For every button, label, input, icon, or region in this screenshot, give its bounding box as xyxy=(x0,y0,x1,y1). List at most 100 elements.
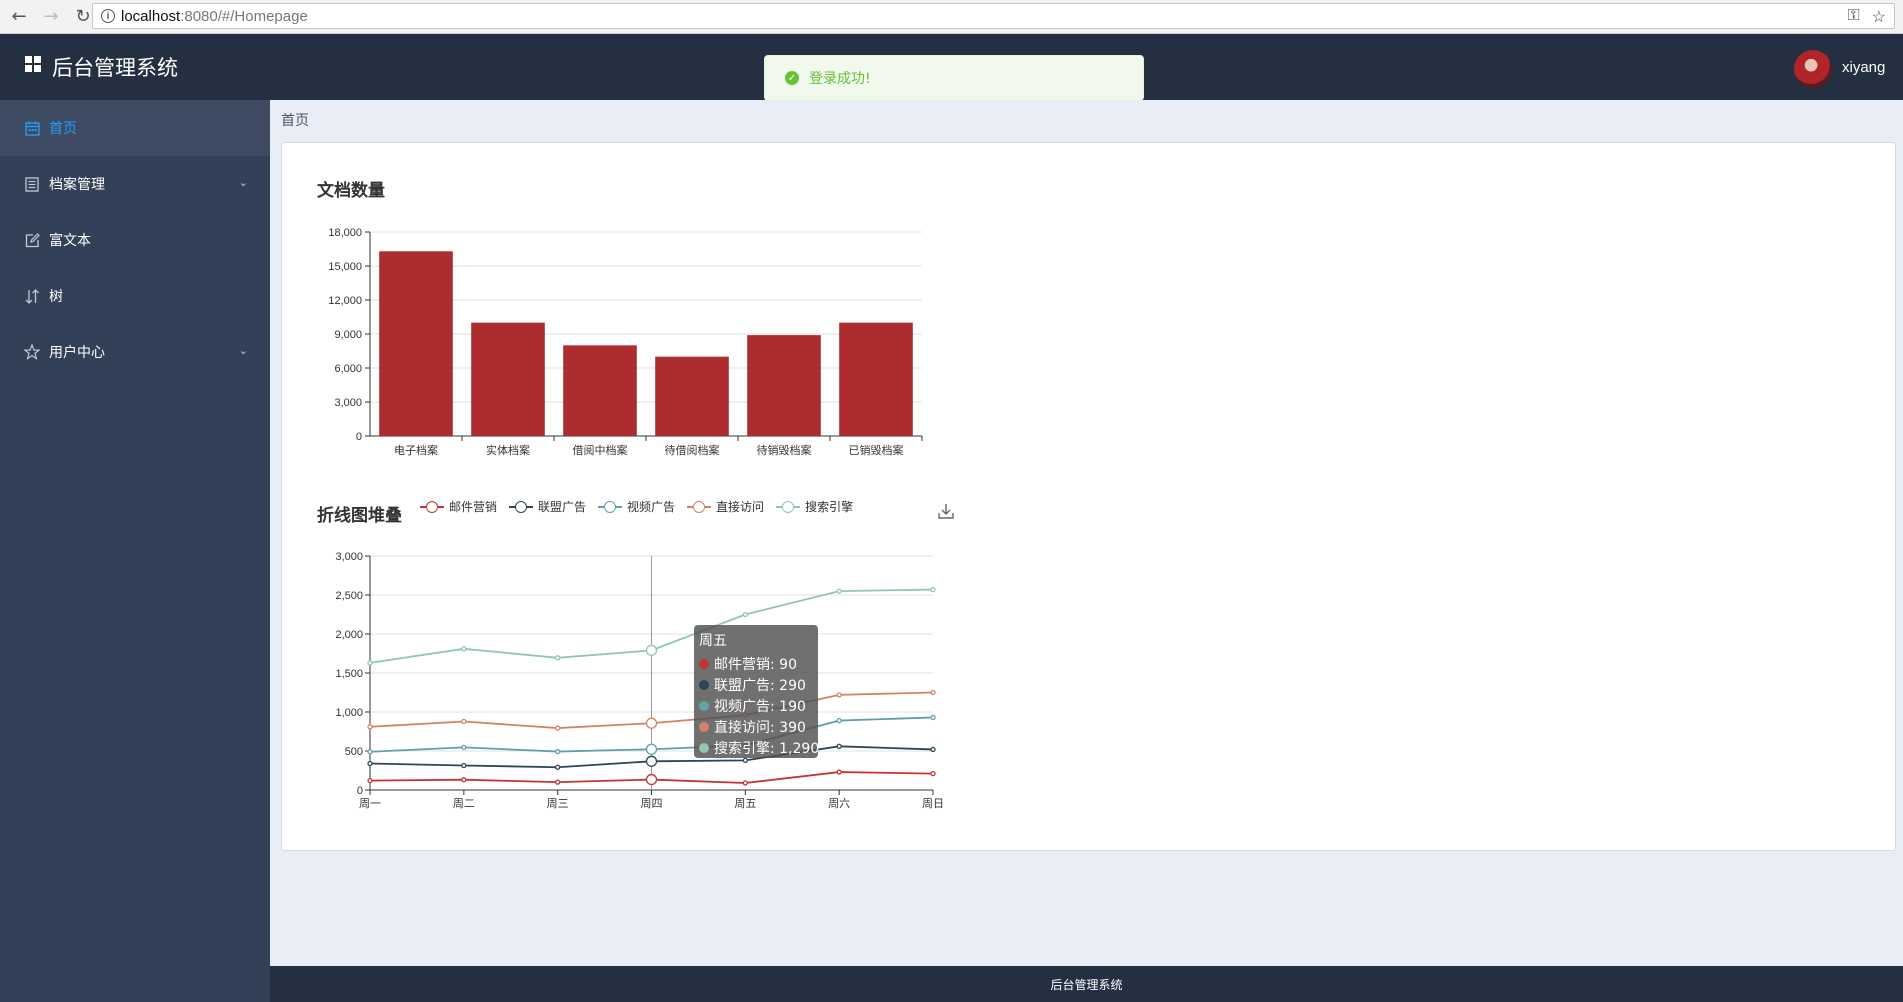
tooltip-value: 直接访问: 390 xyxy=(714,719,806,736)
bar xyxy=(563,345,637,436)
data-point xyxy=(742,611,748,618)
x-tick-label: 待借阅档案 xyxy=(665,443,720,457)
tooltip-series-dot xyxy=(699,742,709,753)
calendar-icon xyxy=(24,120,40,136)
data-point xyxy=(461,718,467,725)
data-point xyxy=(645,755,658,767)
key-icon[interactable]: ⚿ xyxy=(1847,7,1859,27)
tooltip-value: 视频广告: 190 xyxy=(714,698,806,715)
data-point xyxy=(930,714,936,721)
tooltip-title: 周五 xyxy=(699,633,727,649)
bar xyxy=(655,356,729,436)
y-tick-label: 2,000 xyxy=(335,629,363,641)
forward-arrow-icon[interactable]: → xyxy=(38,4,64,30)
bookmark-star-icon[interactable]: ☆ xyxy=(1872,7,1886,27)
x-tick-label: 周三 xyxy=(547,797,569,810)
sidebar-item-archive-management[interactable]: 档案管理 ⌄ xyxy=(0,156,270,212)
tooltip-value: 联盟广告: 290 xyxy=(714,677,806,694)
legend-label: 视频广告 xyxy=(627,500,676,514)
legend-label: 邮件营销 xyxy=(449,500,498,514)
tooltip-row: 邮件营销: 90 xyxy=(699,653,813,674)
avatar[interactable] xyxy=(1794,50,1832,88)
username-dropdown[interactable]: xiyang xyxy=(1842,59,1885,76)
sort-icon xyxy=(24,288,40,304)
data-point xyxy=(836,769,842,775)
sidebar-item-label: 首页 xyxy=(49,121,77,137)
data-point xyxy=(555,655,561,661)
data-point xyxy=(930,746,936,753)
tooltip-series-dot xyxy=(699,679,709,690)
legend-item[interactable]: 联盟广告 xyxy=(509,498,586,515)
y-tick-label: 3,000 xyxy=(334,397,362,409)
chevron-down-icon[interactable]: ⌄ xyxy=(239,176,248,189)
login-success-toast: ✓ 登录成功! xyxy=(764,55,1144,101)
star-icon xyxy=(24,344,40,360)
data-point xyxy=(836,717,842,724)
address-bar[interactable]: i localhost:8080/#/Homepage ⚿ ☆ xyxy=(92,3,1895,29)
url-host: localhost xyxy=(121,7,181,25)
data-point xyxy=(555,779,561,785)
y-tick-label: 2,500 xyxy=(335,590,363,602)
data-point xyxy=(555,748,561,755)
y-tick-label: 9,000 xyxy=(334,329,362,341)
sidebar-item-tree[interactable]: 树 xyxy=(0,268,270,324)
data-point xyxy=(461,777,467,783)
data-point xyxy=(367,777,373,784)
tooltip-row: 视频广告: 190 xyxy=(699,695,813,716)
data-point xyxy=(461,762,467,769)
tooltip-series-dot xyxy=(699,658,709,669)
data-point xyxy=(367,749,373,755)
app-title: 后台管理系统 xyxy=(52,56,178,80)
bar xyxy=(379,251,453,436)
legend-label: 直接访问 xyxy=(716,500,765,514)
x-tick-label: 借阅中档案 xyxy=(573,443,628,457)
bar xyxy=(839,322,913,436)
sidebar-item-rich-text[interactable]: 富文本 xyxy=(0,212,270,268)
x-tick-label: 实体档案 xyxy=(486,443,530,457)
legend-marker xyxy=(687,500,712,513)
bar-chart-title: 文档数量 xyxy=(317,181,385,201)
back-arrow-icon[interactable]: ← xyxy=(6,4,32,30)
info-icon[interactable]: i xyxy=(101,9,115,23)
x-tick-label: 周五 xyxy=(734,797,756,810)
data-point xyxy=(461,744,467,751)
line-chart-title: 折线图堆叠 xyxy=(317,506,402,526)
tooltip-row: 搜索引擎: 1,290 xyxy=(699,737,819,758)
data-point xyxy=(645,743,658,755)
legend-item[interactable]: 邮件营销 xyxy=(420,498,497,515)
sidebar: 首页 档案管理 ⌄ 富文本 树 用户中心 ⌄ xyxy=(0,100,270,1002)
tooltip-series-dot xyxy=(699,721,709,732)
y-tick-label: 3,000 xyxy=(335,551,363,563)
legend-item[interactable]: 直接访问 xyxy=(687,498,764,515)
data-point xyxy=(836,588,842,594)
chart-tooltip: 周五 邮件营销: 90 联盟广告: 290 视频广告: 190 直接访问: 390 搜索… xyxy=(694,625,819,758)
toast-message: 登录成功! xyxy=(809,71,871,87)
data-point xyxy=(645,644,658,657)
grid-logo-icon[interactable] xyxy=(25,56,41,72)
line-chart: 05001,0001,5002,0002,5003,000周一 周二 周三 周四 周五周… xyxy=(335,551,944,810)
breadcrumb[interactable]: 首页 xyxy=(281,110,309,130)
sidebar-item-label: 档案管理 xyxy=(49,177,105,193)
data-point xyxy=(367,724,373,730)
legend-label: 联盟广告 xyxy=(538,500,587,514)
x-tick-label: 待销毁档案 xyxy=(757,443,812,457)
data-point xyxy=(645,773,658,786)
x-tick-label: 电子档案 xyxy=(394,443,438,457)
x-tick-label: 周一 xyxy=(359,797,381,810)
x-tick-label: 周四 xyxy=(641,797,663,810)
legend-item[interactable]: 视频广告 xyxy=(598,498,675,515)
legend-label: 搜索引擎 xyxy=(805,500,854,514)
download-icon[interactable] xyxy=(937,502,955,520)
sidebar-item-home[interactable]: 首页 xyxy=(0,100,270,156)
sidebar-item-user-center[interactable]: 用户中心 ⌄ xyxy=(0,324,270,380)
legend-item[interactable]: 搜索引擎 xyxy=(776,498,853,515)
data-point xyxy=(555,764,561,770)
y-tick-label: 18,000 xyxy=(328,227,362,239)
y-tick-label: 0 xyxy=(357,785,363,797)
data-point xyxy=(461,646,467,652)
legend-marker xyxy=(509,500,534,513)
sidebar-item-label: 富文本 xyxy=(49,233,91,249)
y-tick-label: 15,000 xyxy=(328,261,362,273)
chevron-down-icon[interactable]: ⌄ xyxy=(239,344,248,357)
line-chart-legend: 邮件营销 联盟广告 视频广告 直接访问 搜索引擎 xyxy=(420,498,853,515)
